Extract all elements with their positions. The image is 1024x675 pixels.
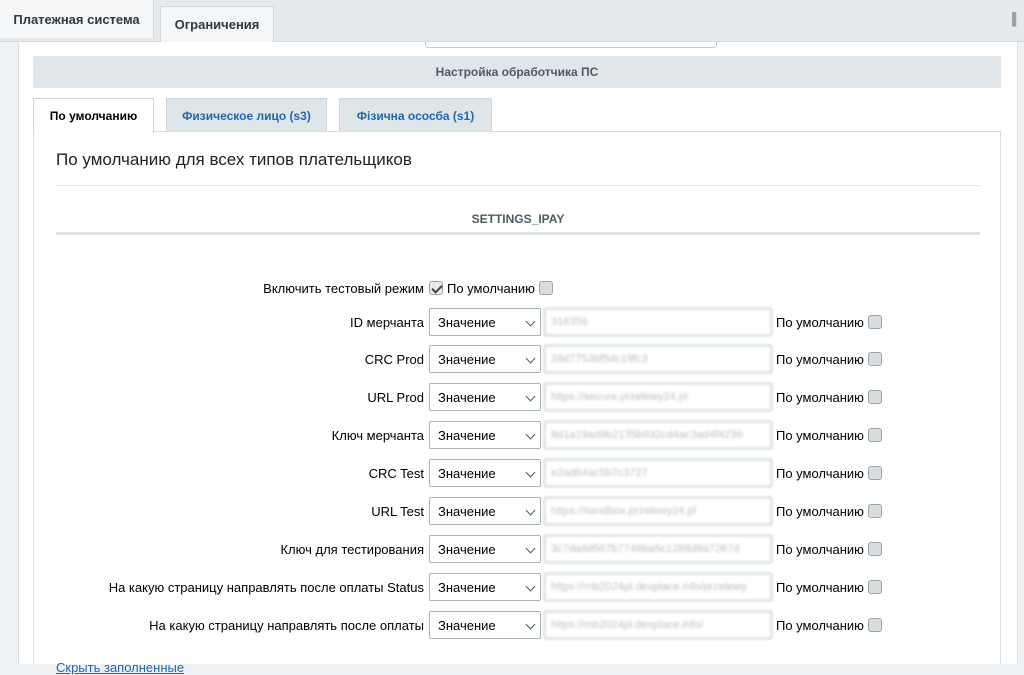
value-input[interactable]: 28d7753bf5dc19fc3	[544, 345, 772, 373]
default-checkbox[interactable]	[867, 390, 882, 404]
test-mode-default-label: По умолчанию	[447, 280, 535, 296]
select-value: Значение	[438, 465, 496, 481]
default-label: По умолчанию	[776, 541, 864, 557]
chevron-down-icon	[525, 316, 536, 327]
default-label: По умолчанию	[776, 465, 864, 481]
settings-form: По умолчанию для всех типов плательщиков…	[33, 131, 1002, 675]
value-input[interactable]: https://mb2024pl.dexplace.info/	[544, 611, 772, 639]
chevron-down-icon	[525, 619, 536, 630]
value-input[interactable]: e2ad64ac5b7c3727	[544, 459, 772, 487]
value-type-select[interactable]: Значение	[429, 573, 541, 601]
select-value: Значение	[438, 389, 496, 405]
hide-filled-link[interactable]: Скрыть заполненные	[56, 660, 184, 675]
default-label: По умолчанию	[776, 389, 864, 405]
value-type-select[interactable]: Значение	[429, 383, 541, 411]
default-checkbox[interactable]	[867, 542, 882, 556]
field-row: CRC Prod Значение 28d7753bf5dc19fc3 По умол…	[34, 345, 1002, 373]
field-row: На какую страницу направлять после оплат…	[34, 611, 1002, 639]
pin-icon[interactable]: ▌	[1012, 12, 1021, 26]
tab-restrictions[interactable]: Ограничения	[160, 6, 274, 42]
default-label: По умолчанию	[776, 314, 864, 330]
select-value: Значение	[438, 427, 496, 443]
default-checkbox[interactable]	[867, 580, 882, 594]
tab-individual-s1[interactable]: Фізична ососба (s1)	[339, 98, 492, 132]
select-value: Значение	[438, 351, 496, 367]
value-input[interactable]: https://sandbox.przelewy24.pl	[544, 497, 772, 525]
field-row: ID мерчанта Значение 316356 По умолчанию	[34, 308, 1002, 336]
field-label: Ключ для тестирования	[280, 541, 424, 557]
settings-group-title: SETTINGS_IPAY	[471, 212, 565, 226]
test-mode-checkbox[interactable]	[429, 281, 443, 295]
value-type-select[interactable]: Значение	[429, 308, 541, 336]
field-label: URL Prod	[367, 389, 424, 405]
value-input[interactable]: https://mb2024pl.dexplace.info/przelewy	[544, 573, 772, 601]
top-input-field[interactable]	[425, 42, 717, 48]
field-row: URL Test Значение https://sandbox.przelewy…	[34, 497, 1002, 525]
value-type-select[interactable]: Значение	[429, 345, 541, 373]
default-checkbox[interactable]	[867, 618, 882, 632]
chevron-down-icon	[525, 505, 536, 516]
value-input[interactable]: 3c7da9d567b7746ba5c1288d9a7267d	[544, 535, 772, 563]
field-row: CRC Test Значение e2ad64ac5b7c3727 По умолч…	[34, 459, 1002, 487]
select-value: Значение	[438, 541, 496, 557]
field-label: На какую страницу направлять после оплат…	[108, 579, 424, 595]
value-type-select[interactable]: Значение	[429, 611, 541, 639]
field-label: CRC Test	[368, 465, 424, 481]
default-label: По умолчанию	[776, 427, 864, 443]
chevron-down-icon	[525, 543, 536, 554]
top-tab-bar: Платежная система Ограничения ▌	[0, 0, 1024, 42]
default-checkbox[interactable]	[867, 504, 882, 518]
default-label: По умолчанию	[776, 617, 864, 633]
value-type-select[interactable]: Значение	[429, 497, 541, 525]
test-mode-label: Включить тестовый режим	[263, 280, 424, 296]
value-input[interactable]: https://secure.przelewy24.pl	[544, 383, 772, 411]
default-checkbox[interactable]	[867, 428, 882, 442]
field-row: Ключ мерчанта Значение 8d1a19ad9b2135b932c…	[34, 421, 1002, 449]
default-checkbox[interactable]	[867, 466, 882, 480]
select-value: Значение	[438, 579, 496, 595]
field-row: Ключ для тестирования Значение 3c7da9d567b…	[34, 535, 1002, 563]
chevron-down-icon	[525, 467, 536, 478]
value-type-select[interactable]: Значение	[429, 459, 541, 487]
chevron-down-icon	[525, 581, 536, 592]
value-type-select[interactable]: Значение	[429, 535, 541, 563]
chevron-down-icon	[525, 391, 536, 402]
field-label: ID мерчанта	[350, 314, 424, 330]
field-label: Ключ мерчанта	[331, 427, 424, 443]
test-mode-row: Включить тестовый режим По умолчанию	[34, 278, 1002, 298]
default-label: По умолчанию	[776, 579, 864, 595]
field-row: URL Prod Значение https://secure.przelewy2…	[34, 383, 1002, 411]
value-type-select[interactable]: Значение	[429, 421, 541, 449]
tab-default[interactable]: По умолчанию	[33, 98, 154, 133]
field-label: На какую страницу направлять после оплат…	[149, 617, 424, 633]
default-label: По умолчанию	[776, 503, 864, 519]
tab-individual-s3[interactable]: Физическое лицо (s3)	[166, 98, 327, 132]
select-value: Значение	[438, 503, 496, 519]
value-input[interactable]: 316356	[544, 308, 772, 336]
field-label: CRC Prod	[364, 351, 424, 367]
select-value: Значение	[438, 617, 496, 633]
value-input[interactable]: 8d1a19ad9b2135b932cd4ac3ad4f4236	[544, 421, 772, 449]
chevron-down-icon	[525, 353, 536, 364]
test-mode-default-checkbox[interactable]	[538, 281, 553, 295]
payer-title: По умолчанию для всех типов плательщиков	[56, 150, 412, 169]
divider	[56, 185, 980, 186]
tab-payment-system[interactable]: Платежная система	[0, 0, 154, 38]
default-checkbox[interactable]	[867, 352, 882, 366]
section-header: Настройка обработчика ПС	[33, 56, 1001, 88]
group-underline	[56, 232, 980, 235]
default-checkbox[interactable]	[867, 315, 882, 329]
select-value: Значение	[438, 314, 496, 330]
chevron-down-icon	[525, 429, 536, 440]
field-label: URL Test	[371, 503, 424, 519]
content-panel: Настройка обработчика ПС По умолчанию Фи…	[18, 42, 1018, 675]
field-row: На какую страницу направлять после оплат…	[34, 573, 1002, 601]
default-label: По умолчанию	[776, 351, 864, 367]
